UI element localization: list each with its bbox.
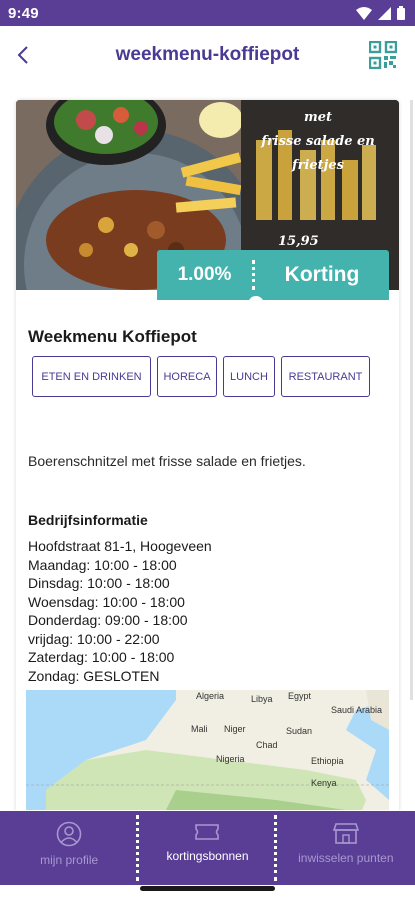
promo-line: met <box>303 110 333 125</box>
nav-divider <box>136 815 139 881</box>
nav-kortingsbonnen[interactable]: kortingsbonnen <box>138 811 276 885</box>
deal-description: Boerenschnitzel met frisse salade en fri… <box>28 453 306 469</box>
map-label: Libya <box>251 694 273 704</box>
tag-lunch[interactable]: LUNCH <box>223 356 275 397</box>
map-label: Sudan <box>286 726 313 736</box>
discount-badge: 1.00% Korting <box>157 250 389 300</box>
app-bar: weekmenu-koffiepot <box>0 26 415 84</box>
deal-card: met frisse salade en frietjes 15,95 1.00… <box>16 100 399 810</box>
nav-label: inwisselen punten <box>298 851 394 865</box>
map-label: Niger <box>224 724 246 734</box>
promo-price: 15,95 <box>278 234 319 249</box>
promo-text: met frisse salade en frietjes <box>244 106 392 178</box>
home-indicator[interactable] <box>140 886 275 891</box>
map-label: Saudi Arabia <box>331 705 383 715</box>
nav-mijn-profile[interactable]: mijn profile <box>0 811 138 885</box>
map-label: Egypt <box>288 691 312 701</box>
opening-hours-line: Donderdag: 09:00 - 18:00 <box>28 612 188 628</box>
tag-restaurant[interactable]: RESTAURANT <box>281 356 370 397</box>
map-label: Chad <box>256 740 278 750</box>
status-time: 9:49 <box>8 4 39 22</box>
nav-label: kortingsbonnen <box>166 849 249 863</box>
promo-line: frietjes <box>292 158 344 173</box>
discount-label: Korting <box>284 263 360 286</box>
bottom-nav: mijn profile kortingsbonnen inwisselen p… <box>0 811 415 885</box>
opening-hours-line: Zondag: GESLOTEN <box>28 667 160 684</box>
nav-label: mijn profile <box>40 853 99 867</box>
status-bar: 9:49 <box>0 0 415 26</box>
opening-hours-line: Woensdag: 10:00 - 18:00 <box>28 593 185 610</box>
signal-icon <box>378 6 391 20</box>
page-title: weekmenu-koffiepot <box>115 44 300 65</box>
map-label: Nigeria <box>216 754 245 764</box>
nav-divider <box>274 815 277 881</box>
opening-hours-line: Dinsdag: 10:00 - 18:00 <box>28 575 170 591</box>
scrollbar[interactable] <box>410 100 413 700</box>
promo-line: frisse salade en <box>261 134 375 149</box>
status-icons <box>356 6 405 20</box>
map-label: Ethiopia <box>311 756 344 766</box>
company-info: Hoofdstraat 81-1, Hoogeveen Maandag: 10:… <box>28 537 212 685</box>
map-label: Algeria <box>196 691 225 701</box>
location-map[interactable]: Algeria Libya Egypt Saudi Arabia Mali Ni… <box>26 690 389 810</box>
qr-scan-button[interactable] <box>368 40 398 70</box>
company-info-heading: Bedrijfsinformatie <box>28 512 148 528</box>
user-icon <box>56 821 82 847</box>
wifi-icon <box>356 6 372 20</box>
opening-hours-line: vrijdag: 10:00 - 22:00 <box>28 630 160 647</box>
content-scroll[interactable]: met frisse salade en frietjes 15,95 1.00… <box>0 84 415 810</box>
opening-hours-line: Zaterdag: 10:00 - 18:00 <box>28 649 175 665</box>
tag-eten-en-drinken[interactable]: ETEN EN DRINKEN <box>32 356 151 397</box>
battery-icon <box>397 6 405 20</box>
map-label: Kenya <box>311 778 337 788</box>
deal-title: Weekmenu Koffiepot <box>28 327 197 346</box>
discount-percent: 1.00% <box>177 264 232 285</box>
address: Hoofdstraat 81-1, Hoogeveen <box>28 538 212 554</box>
store-icon <box>332 823 359 844</box>
category-tags: ETEN EN DRINKEN HORECA LUNCH RESTAURANT <box>32 356 370 397</box>
badge-notch <box>248 296 264 312</box>
opening-hours-line: Maandag: 10:00 - 18:00 <box>28 556 177 573</box>
ticket-icon <box>195 824 220 840</box>
nav-inwisselen-punten[interactable]: inwisselen punten <box>277 811 415 885</box>
qr-code-icon <box>368 40 398 70</box>
map-label: Mali <box>191 724 208 734</box>
tag-horeca[interactable]: HORECA <box>157 356 217 397</box>
